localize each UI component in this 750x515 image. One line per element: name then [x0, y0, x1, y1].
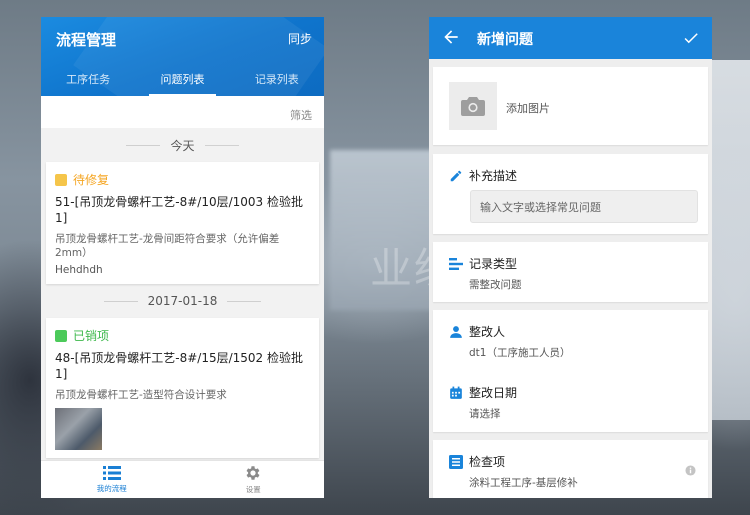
- issue-card[interactable]: 已销项 48-[吊顶龙骨螺杆工艺-8#/15层/1502 检验批1] 吊顶龙骨螺…: [46, 318, 319, 458]
- tab-bar: 工序任务 问题列表 记录列表: [41, 65, 324, 96]
- add-photo-card: 添加图片: [433, 67, 708, 145]
- status-square-icon: [55, 329, 67, 342]
- tab-record-list[interactable]: 记录列表: [230, 65, 324, 96]
- field-header: 记录类型: [449, 255, 708, 272]
- page-title: 流程管理: [56, 31, 117, 49]
- status-label: 待修复: [73, 173, 110, 187]
- nav-settings[interactable]: 设置: [183, 461, 325, 498]
- tab-process-tasks[interactable]: 工序任务: [41, 65, 135, 96]
- issue-photo-thumbnail[interactable]: [55, 408, 102, 450]
- nav-label: 设置: [245, 485, 261, 494]
- issue-title: 48-[吊顶龙骨螺杆工艺-8#/15层/1502 检验批1]: [55, 351, 304, 381]
- due-date-field[interactable]: 整改日期 请选择: [449, 384, 708, 421]
- field-header: 检查项: [449, 453, 708, 470]
- field-value: 需整改问题: [469, 279, 522, 291]
- sync-button[interactable]: 同步: [288, 30, 312, 47]
- status-badge: 已销项: [55, 327, 310, 344]
- back-arrow-icon[interactable]: [441, 27, 461, 47]
- description-input[interactable]: 输入文字或选择常见问题: [470, 190, 698, 223]
- process-management-screen: 流程管理 同步 工序任务 问题列表 记录列表 筛选 今天 待修复 51-[吊顶龙…: [41, 17, 324, 498]
- issue-card[interactable]: 待修复 51-[吊顶龙骨螺杆工艺-8#/10层/1003 检验批1] 吊顶龙骨螺…: [46, 162, 319, 284]
- issue-note: Hehdhdh: [55, 264, 103, 276]
- background-monitor-right: [712, 60, 750, 420]
- date-label: 2017-01-18: [147, 294, 218, 308]
- status-badge: 待修复: [55, 171, 310, 188]
- list-icon: [102, 466, 121, 480]
- pencil-icon: [450, 170, 462, 181]
- nav-my-process[interactable]: 我的流程: [41, 461, 183, 498]
- app-header: 新增问题: [429, 17, 712, 59]
- description-field: 补充描述 输入文字或选择常见问题: [433, 154, 708, 234]
- field-label: 检查项: [469, 455, 506, 469]
- field-header: 补充描述: [449, 167, 708, 184]
- issue-title: 51-[吊顶龙骨螺杆工艺-8#/10层/1003 检验批1]: [55, 195, 304, 225]
- field-label: 整改人: [469, 325, 506, 339]
- issue-description: 吊顶龙骨螺杆工艺-造型符合设计要求: [55, 389, 227, 401]
- confirm-check-icon[interactable]: [682, 29, 700, 47]
- sort-lines-icon: [449, 257, 463, 270]
- app-header: 流程管理 同步 工序任务 问题列表 记录列表: [41, 17, 324, 96]
- filter-button[interactable]: 筛选: [290, 107, 312, 123]
- field-label: 补充描述: [469, 169, 518, 183]
- calendar-icon: [450, 386, 462, 399]
- field-header: 整改人: [449, 323, 708, 340]
- nav-label: 我的流程: [96, 484, 127, 493]
- separator-line: [227, 300, 262, 302]
- check-item-field[interactable]: 检查项 涂料工程工序-基层修补: [433, 440, 708, 498]
- page-title: 新增问题: [477, 32, 533, 48]
- bottom-nav: 我的流程 设置: [41, 460, 324, 498]
- add-photo-button[interactable]: [449, 82, 497, 130]
- person-icon: [450, 325, 462, 338]
- field-value: 涂料工程工序-基层修补: [469, 477, 578, 489]
- separator-line: [103, 300, 138, 302]
- field-header: 整改日期: [449, 384, 708, 401]
- field-label: 整改日期: [469, 386, 518, 400]
- date-separator: 2017-01-18: [41, 284, 324, 318]
- tab-issue-list[interactable]: 问题列表: [135, 65, 229, 96]
- assignee-date-group: 整改人 dt1（工序施工人员） 整改日期 请选择: [433, 310, 708, 432]
- separator-line: [126, 144, 161, 146]
- info-icon[interactable]: [685, 465, 696, 476]
- field-value: dt1（工序施工人员）: [469, 347, 571, 359]
- issue-description: 吊顶龙骨螺杆工艺-龙骨间距符合要求（允许偏差2mm）: [55, 233, 280, 259]
- assignee-field[interactable]: 整改人 dt1（工序施工人员）: [449, 323, 708, 384]
- status-square-icon: [55, 173, 67, 186]
- add-photo-label: 添加图片: [506, 102, 550, 115]
- status-label: 已销项: [73, 329, 110, 343]
- filter-bar: 筛选: [41, 96, 324, 128]
- new-issue-screen: 新增问题 添加图片 补充描述 输入文字或选择常见问题 记录类型 需整改问题 整改…: [429, 17, 712, 498]
- camera-icon: [461, 97, 485, 116]
- field-label: 记录类型: [469, 257, 518, 271]
- record-type-field[interactable]: 记录类型 需整改问题: [433, 242, 708, 302]
- gear-icon: [246, 466, 260, 480]
- field-value: 请选择: [469, 408, 501, 420]
- document-list-icon: [449, 454, 463, 469]
